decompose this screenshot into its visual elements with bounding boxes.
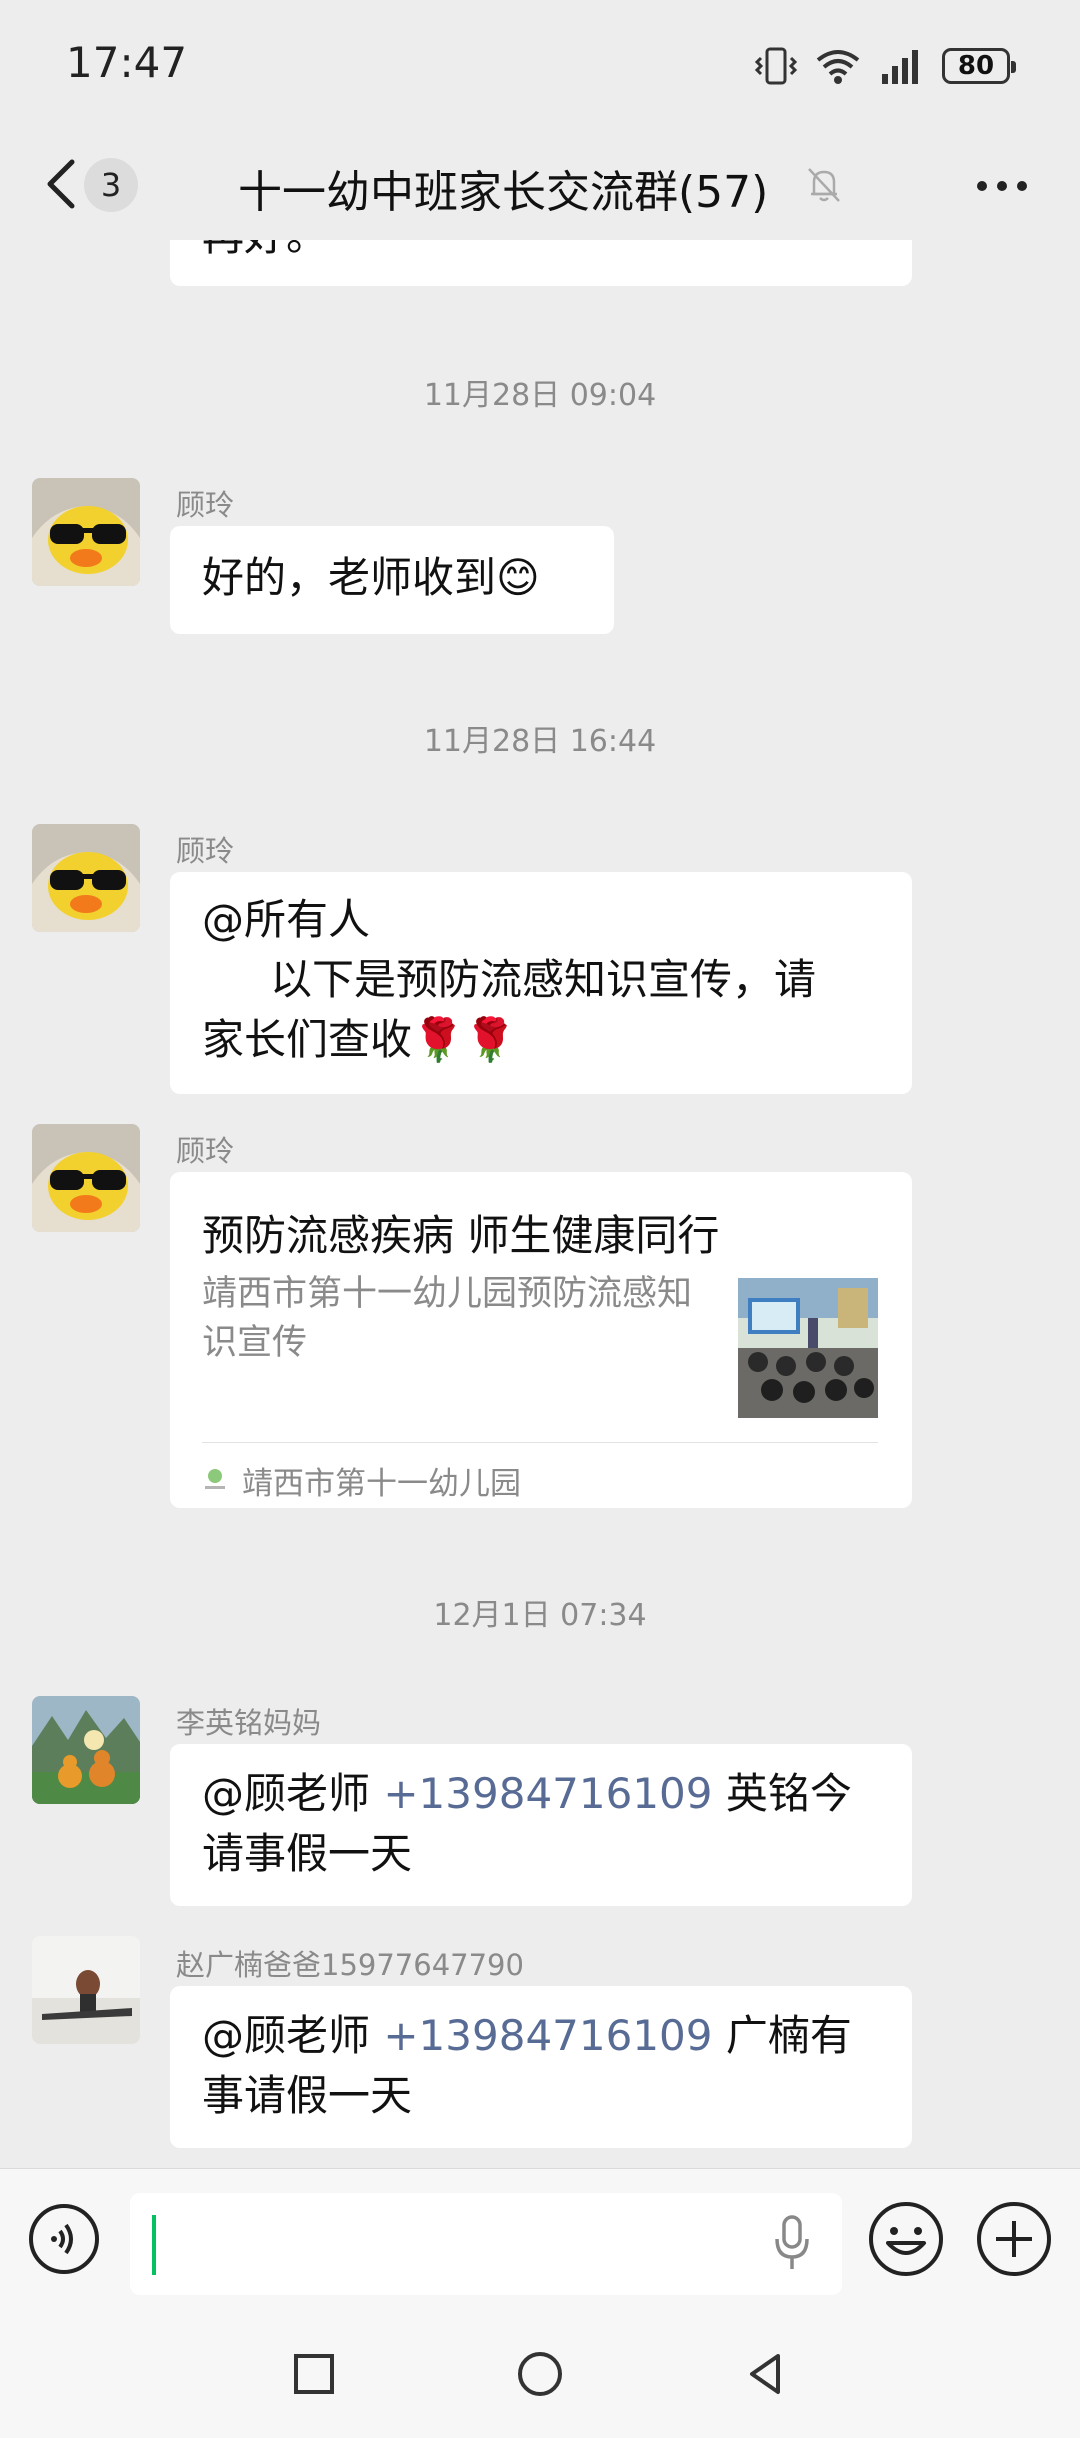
- timestamp: 12月1日 07:34: [433, 1598, 647, 1633]
- voice-icon[interactable]: [28, 2203, 100, 2275]
- message-line: 家长们查收🌹🌹: [202, 1015, 517, 1064]
- card-divider: [202, 1442, 878, 1443]
- timestamp: 11月28日 16:44: [423, 724, 657, 759]
- more-dots-icon[interactable]: [974, 166, 1030, 206]
- phone-link[interactable]: +13984716109: [383, 2011, 712, 2060]
- plus-icon[interactable]: [976, 2201, 1052, 2277]
- chat-header: 3 十一幼中班家长交流群(57): [0, 130, 1080, 240]
- avatar-gu-ling[interactable]: [32, 478, 140, 586]
- card-description: 靖西市第十一幼儿园预防流感知识宣传: [202, 1274, 693, 1363]
- sender-name: 顾玲: [176, 488, 235, 522]
- unread-badge[interactable]: 3: [84, 158, 138, 212]
- chevron-left-icon[interactable]: [40, 154, 84, 214]
- mention[interactable]: @顾老师: [202, 1769, 383, 1818]
- chat-title[interactable]: 十一幼中班家长交流群(57): [238, 156, 768, 220]
- message-line: @所有人: [202, 895, 371, 944]
- message-text: 好的，老师收到😊: [202, 553, 540, 602]
- vibrate-icon: [754, 47, 798, 85]
- chat-message-list[interactable]: 再好。 11月28日 09:04 顾玲 好的，老师收到😊 11月28日 16:4…: [0, 240, 1080, 2168]
- wifi-icon: [816, 50, 860, 84]
- message-fragment: 广楠有: [712, 2011, 852, 2060]
- sender-name: 顾玲: [176, 834, 235, 868]
- system-nav-bar: [0, 2308, 1080, 2438]
- message-text: @所有人 以下是预防流感知识宣传，请 家长们查收🌹🌹: [202, 890, 816, 1070]
- status-time: 17:47: [66, 38, 188, 87]
- status-icons: 80: [754, 44, 1016, 88]
- message-bubble-partial[interactable]: 再好。: [170, 240, 912, 286]
- emoji-icon[interactable]: [868, 2201, 944, 2277]
- message-line: @顾老师 +13984716109 英铭今: [202, 1764, 852, 1824]
- message-line: 以下是预防流感知识宣传，请: [270, 955, 817, 1004]
- message-fragment: 英铭今: [712, 1769, 852, 1818]
- message-text: @顾老师 +13984716109 广楠有 事请假一天: [202, 2006, 852, 2126]
- phone-link[interactable]: +13984716109: [383, 1769, 712, 1818]
- signal-icon: [882, 50, 918, 84]
- sender-name: 赵广楠爸爸15977647790: [176, 1948, 524, 1982]
- message-bubble[interactable]: @顾老师 +13984716109 广楠有 事请假一天: [170, 1986, 912, 2148]
- sender-name: 顾玲: [176, 1134, 235, 1168]
- battery-level: 80: [957, 51, 995, 81]
- message-line: @顾老师 +13984716109 广楠有: [202, 2006, 852, 2066]
- status-bar: 17:47 80: [0, 0, 1080, 130]
- avatar-gu-ling[interactable]: [32, 1124, 140, 1232]
- link-card[interactable]: 预防流感疾病 师生健康同行 靖西市第十一幼儿园预防流感知识宣传 靖西市第十一幼儿…: [170, 1172, 912, 1508]
- text-caret: [152, 2215, 156, 2275]
- bell-off-icon: [808, 168, 840, 202]
- message-line: 事请假一天: [202, 2071, 413, 2120]
- input-bar: [0, 2168, 1080, 2309]
- avatar-zhao-guangnan-dad[interactable]: [32, 1936, 140, 2044]
- kindergarten-logo-icon: [205, 1469, 225, 1489]
- sender-name: 李英铭妈妈: [176, 1706, 322, 1740]
- message-bubble[interactable]: 好的，老师收到😊: [170, 526, 614, 634]
- card-title: 预防流感疾病 师生健康同行: [202, 1211, 720, 1260]
- message-input[interactable]: [130, 2193, 842, 2295]
- card-source: 靖西市第十一幼儿园: [242, 1466, 521, 1502]
- avatar-gu-ling[interactable]: [32, 824, 140, 932]
- card-thumbnail: [738, 1278, 878, 1418]
- timestamp: 11月28日 09:04: [423, 378, 657, 413]
- message-bubble[interactable]: @顾老师 +13984716109 英铭今 请事假一天: [170, 1744, 912, 1906]
- battery-icon: 80: [942, 48, 1016, 84]
- partial-message-text: 再好。: [202, 240, 328, 263]
- message-bubble[interactable]: @所有人 以下是预防流感知识宣传，请 家长们查收🌹🌹: [170, 872, 912, 1094]
- recents-icon[interactable]: [288, 2348, 340, 2400]
- home-icon[interactable]: [514, 2348, 566, 2400]
- avatar-li-yingming-mom[interactable]: [32, 1696, 140, 1804]
- message-line: 请事假一天: [202, 1829, 413, 1878]
- mic-icon[interactable]: [772, 2213, 812, 2273]
- back-icon[interactable]: [740, 2348, 792, 2400]
- mention[interactable]: @顾老师: [202, 2011, 383, 2060]
- message-text: @顾老师 +13984716109 英铭今 请事假一天: [202, 1764, 852, 1884]
